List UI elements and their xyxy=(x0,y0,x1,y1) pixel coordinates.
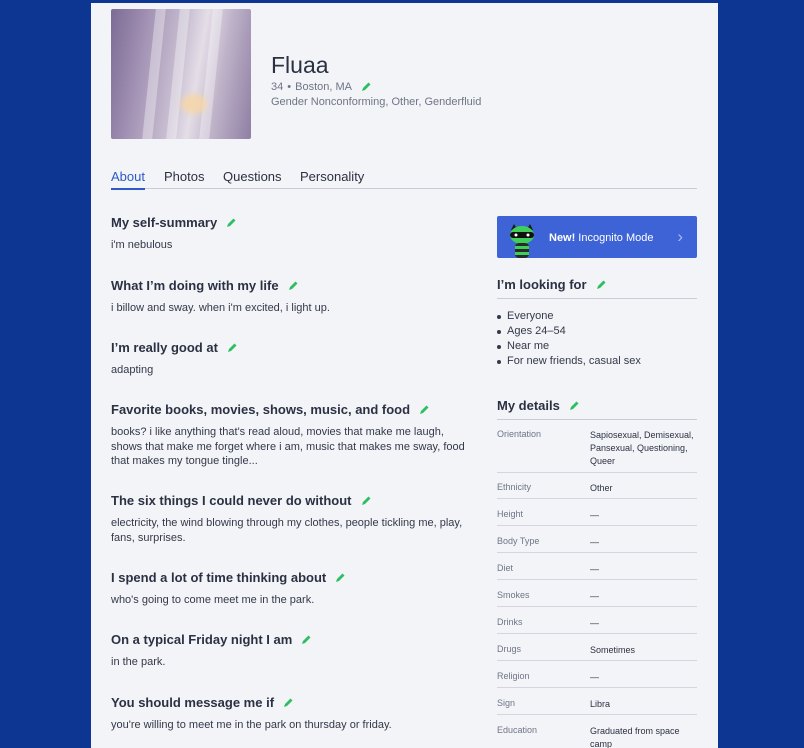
detail-label: Diet xyxy=(497,563,514,573)
detail-value: Sometimes xyxy=(590,645,636,655)
essay-title: What I’m doing with my life xyxy=(111,278,279,293)
detail-label: Education xyxy=(497,725,538,735)
pencil-icon[interactable] xyxy=(595,279,607,291)
detail-value: — xyxy=(590,591,599,601)
divider xyxy=(497,298,697,299)
table-row: Diet — xyxy=(497,563,697,580)
pencil-icon[interactable] xyxy=(282,697,294,709)
new-badge: New! xyxy=(549,232,576,244)
table-row: Ethnicity Other xyxy=(497,482,697,499)
essay-text: i'm nebulous xyxy=(111,239,173,251)
detail-value: — xyxy=(590,537,599,547)
detail-value: Libra xyxy=(590,699,611,709)
detail-value: Sapiosexual, Demisexual, Pansexual, Ques… xyxy=(590,430,694,466)
essay-text: adapting xyxy=(111,364,154,376)
essay-text: you're willing to meet me in the park on… xyxy=(111,719,392,731)
list-item: For new friends, casual sex xyxy=(497,354,641,369)
detail-label: Ethnicity xyxy=(497,482,532,492)
detail-label: Sign xyxy=(497,698,516,708)
table-row: Height — xyxy=(497,509,697,526)
table-row: Drinks — xyxy=(497,617,697,634)
essay-text: i billow and sway. when i'm excited, i l… xyxy=(111,302,330,314)
essay-message-me-if: You should message me if you're willing … xyxy=(111,695,467,733)
pencil-icon[interactable] xyxy=(334,572,346,584)
essay-thinking-about: I spend a lot of time thinking about who… xyxy=(111,570,467,608)
essay-title: On a typical Friday night I am xyxy=(111,632,293,647)
pencil-icon[interactable] xyxy=(360,495,372,507)
detail-value: — xyxy=(590,510,599,520)
essay-doing-with-life: What I’m doing with my life i billow and… xyxy=(111,278,467,316)
detail-label: Body Type xyxy=(497,536,540,546)
essay-title: The six things I could never do without xyxy=(111,493,352,508)
profile-identity: Gender Nonconforming, Other, Genderfluid xyxy=(271,96,482,108)
essay-title: I spend a lot of time thinking about xyxy=(111,570,327,585)
detail-value: Other xyxy=(590,483,613,493)
pencil-icon[interactable] xyxy=(300,634,312,646)
pencil-icon[interactable] xyxy=(225,217,237,229)
pencil-icon[interactable] xyxy=(287,280,299,292)
looking-for-list: Everyone Ages 24–54 Near me For new frie… xyxy=(497,309,641,369)
incognito-text: Incognito Mode xyxy=(578,232,654,244)
tab-questions[interactable]: Questions xyxy=(223,169,282,184)
table-row: Body Type — xyxy=(497,536,697,553)
table-row: Smokes — xyxy=(497,590,697,607)
detail-value: — xyxy=(590,564,599,574)
tab-personality[interactable]: Personality xyxy=(300,169,364,184)
list-item: Ages 24–54 xyxy=(497,324,641,339)
pencil-icon[interactable] xyxy=(568,400,580,412)
essay-title: I’m really good at xyxy=(111,340,218,355)
detail-value: — xyxy=(590,618,599,628)
pencil-icon[interactable] xyxy=(360,81,372,93)
pencil-icon[interactable] xyxy=(226,342,238,354)
pencil-icon[interactable] xyxy=(418,404,430,416)
detail-label: Smokes xyxy=(497,590,530,600)
essay-six-things: The six things I could never do without … xyxy=(111,493,467,545)
list-item: Everyone xyxy=(497,309,641,324)
raccoon-mascot-icon xyxy=(510,224,534,258)
incognito-mode-banner[interactable]: New! Incognito Mode › xyxy=(497,216,697,258)
essay-favorites: Favorite books, movies, shows, music, an… xyxy=(111,402,467,469)
details-title: My details xyxy=(497,398,560,413)
profile-photo[interactable] xyxy=(111,9,251,139)
profile-tabs: About Photos Questions Personality xyxy=(111,163,697,190)
tab-photos[interactable]: Photos xyxy=(164,169,204,184)
table-row: Religion — xyxy=(497,671,697,688)
chevron-right-icon: › xyxy=(677,227,683,246)
essay-title: You should message me if xyxy=(111,695,275,710)
profile-page: Fluaa 34 • Boston, MA Gender Nonconformi… xyxy=(91,3,718,748)
essay-text: in the park. xyxy=(111,656,166,668)
essay-title: Favorite books, movies, shows, music, an… xyxy=(111,402,411,417)
essay-really-good-at: I’m really good at adapting xyxy=(111,340,467,378)
tab-about[interactable]: About xyxy=(111,169,145,190)
looking-for-heading: I’m looking for xyxy=(497,277,607,292)
separator-dot: • xyxy=(287,81,292,93)
profile-basics: 34 • Boston, MA xyxy=(271,81,372,93)
profile-name: Fluaa xyxy=(271,52,329,78)
profile-location: Boston, MA xyxy=(295,81,352,93)
table-row: Orientation Sapiosexual, Demisexual, Pan… xyxy=(497,429,697,473)
essay-title: My self-summary xyxy=(111,215,218,230)
detail-value: Graduated from space camp xyxy=(590,726,680,748)
detail-label: Drinks xyxy=(497,617,523,627)
looking-for-title: I’m looking for xyxy=(497,277,587,292)
detail-label: Orientation xyxy=(497,429,542,439)
table-row: Drugs Sometimes xyxy=(497,644,697,661)
essay-self-summary: My self-summary i'm nebulous xyxy=(111,215,467,253)
table-row: Sign Libra xyxy=(497,698,697,715)
incognito-label: New! Incognito Mode xyxy=(549,232,654,244)
essay-text: who's going to come meet me in the park. xyxy=(111,594,315,606)
detail-label: Religion xyxy=(497,671,530,681)
essay-text: books? i like anything that's read aloud… xyxy=(111,426,465,467)
detail-label: Height xyxy=(497,509,524,519)
divider xyxy=(497,419,697,420)
table-row: Education Graduated from space camp xyxy=(497,725,697,748)
list-item: Near me xyxy=(497,339,641,354)
essay-friday-night: On a typical Friday night I am in the pa… xyxy=(111,632,467,670)
detail-value: — xyxy=(590,672,599,682)
essay-text: electricity, the wind blowing through my… xyxy=(111,517,463,544)
profile-age: 34 xyxy=(271,81,284,93)
detail-label: Drugs xyxy=(497,644,522,654)
details-heading: My details xyxy=(497,398,580,413)
